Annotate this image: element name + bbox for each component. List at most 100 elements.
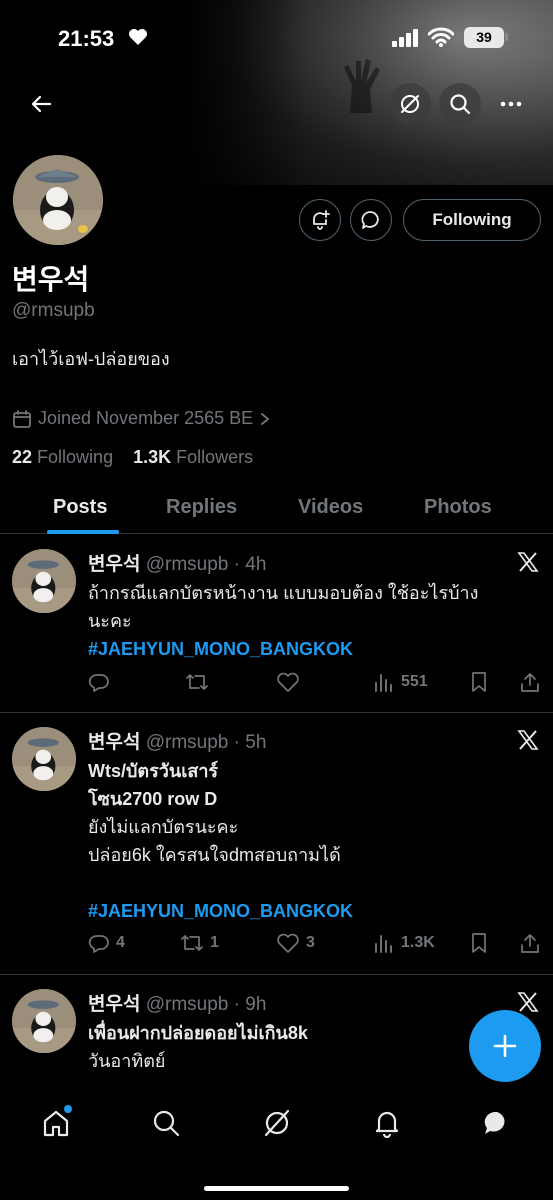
grok-icon[interactable]: [262, 1108, 292, 1138]
post-meta: @rmsupb · 5h: [145, 732, 267, 753]
joined-text: Joined November 2565 BE: [38, 408, 254, 428]
profile-bio: เอาไว้เอฟ-ปล่อยของ: [12, 349, 170, 369]
reply-button[interactable]: [88, 671, 116, 693]
post-header: 변우석 @rmsupb · 9h: [88, 989, 266, 1016]
post-header: 변우석 @rmsupb · 4h: [88, 549, 266, 576]
post-text: Wts/บัตรวันเสาร์ โซน2700 row D ยังไม่แลก…: [88, 757, 546, 925]
status-bar: 21:53 39: [0, 18, 553, 58]
home-indicator: [204, 1186, 349, 1191]
profile-display-name: 변우석: [12, 264, 90, 295]
post-author-name[interactable]: 변우석: [88, 994, 140, 1015]
bookmark-icon: [472, 933, 486, 953]
share-button[interactable]: [519, 932, 541, 954]
following-label: Following: [37, 447, 114, 467]
reply-count: 4: [116, 934, 125, 951]
wifi-icon: [428, 27, 454, 47]
post-card[interactable]: 변우석 @rmsupb · 4h ถ้ากรณีแลกบัตรหน้างาน แ…: [0, 535, 553, 713]
heart-outline-icon: [277, 672, 299, 692]
repost-button[interactable]: [185, 671, 215, 693]
more-button[interactable]: [490, 83, 532, 125]
tab-posts[interactable]: Posts: [53, 496, 107, 519]
following-stat[interactable]: 22 Following: [12, 447, 113, 467]
followers-label: Followers: [176, 447, 254, 467]
bookmark-button[interactable]: [469, 932, 489, 954]
post-text-line: ถ้ากรณีแลกบัตรหน้างาน แบบมอบต้อง ใช้อะไร…: [88, 583, 479, 603]
back-arrow-icon: [31, 95, 52, 113]
like-count: 3: [306, 934, 315, 951]
post-card[interactable]: 변우석 @rmsupb · 9h เพื่อนฝากปล่อยดอยไม่เกิ…: [0, 975, 553, 1088]
message-bubble-icon: [361, 211, 379, 229]
notifications-subscribe-button[interactable]: [299, 199, 341, 241]
post-text-line: ปล่อย6k ใครสนใจdmสอบถามได้: [88, 845, 341, 865]
battery-indicator: 39: [464, 27, 504, 48]
post-author-name[interactable]: 변우석: [88, 732, 140, 753]
repost-icon: [186, 674, 208, 690]
reply-icon: [88, 935, 109, 953]
compose-post-button[interactable]: [469, 1010, 541, 1082]
post-hashtag[interactable]: #JAEHYUN_MONO_BANGKOK: [88, 897, 546, 925]
tab-replies[interactable]: Replies: [166, 496, 237, 519]
post-text-line: Wts/บัตรวันเสาร์: [88, 761, 219, 781]
search-icon[interactable]: [151, 1108, 181, 1138]
x-logo-icon: [517, 552, 539, 572]
post-avatar[interactable]: [12, 727, 76, 791]
post-card[interactable]: 변우석 @rmsupb · 5h Wts/บัตรวันเสาร์ โซน270…: [0, 713, 553, 975]
plus-icon: [493, 1034, 517, 1058]
like-button[interactable]: 3: [276, 932, 315, 954]
profile-avatar[interactable]: [10, 152, 106, 248]
grok-icon: [401, 95, 419, 113]
bookmark-button[interactable]: [469, 671, 489, 693]
views-chart-icon: [375, 674, 392, 692]
post-text-line: โซน2700 row D: [88, 789, 218, 809]
reply-button[interactable]: 4: [88, 932, 125, 954]
avatar-image: [12, 549, 76, 613]
post-header: 변우석 @rmsupb · 5h: [88, 727, 266, 754]
share-icon: [521, 934, 539, 953]
repost-count: 1: [210, 934, 219, 951]
view-count: 551: [401, 673, 428, 690]
post-hashtag[interactable]: #JAEHYUN_MONO_BANGKOK: [88, 635, 546, 663]
repost-icon: [181, 935, 203, 951]
repost-button[interactable]: 1: [180, 932, 219, 954]
followers-stat[interactable]: 1.3K Followers: [133, 447, 253, 467]
grok-button[interactable]: [389, 83, 431, 125]
views-chart-icon: [375, 935, 392, 953]
x-logo-icon: [517, 992, 539, 1012]
messages-icon[interactable]: [482, 1108, 512, 1138]
x-logo-icon: [517, 730, 539, 750]
tab-videos[interactable]: Videos: [298, 496, 363, 519]
like-button[interactable]: [276, 671, 306, 693]
tab-photos[interactable]: Photos: [424, 496, 492, 519]
views-button[interactable]: 1.3K: [373, 932, 435, 954]
post-avatar[interactable]: [12, 989, 76, 1053]
post-text-line: นะคะ: [88, 611, 132, 631]
heart-outline-icon: [277, 933, 299, 953]
bottom-navigation: [0, 1088, 553, 1200]
post-avatar[interactable]: [12, 549, 76, 613]
share-button[interactable]: [519, 671, 541, 693]
view-count: 1.3K: [401, 934, 435, 951]
post-actions: 551: [88, 671, 548, 697]
back-button[interactable]: [20, 83, 62, 125]
post-author-name[interactable]: 변우석: [88, 554, 140, 575]
post-text-line: ยังไม่แลกบัตรนะคะ: [88, 817, 239, 837]
heart-icon: [129, 29, 147, 45]
joined-date[interactable]: Joined November 2565 BE: [12, 408, 271, 429]
post-meta: @rmsupb · 9h: [145, 994, 267, 1015]
share-icon: [521, 673, 539, 692]
avatar-image: [13, 155, 103, 245]
search-icon: [450, 94, 471, 115]
chevron-right-icon: [261, 412, 270, 425]
notifications-bell-icon[interactable]: [372, 1108, 402, 1138]
profile-tabs: Posts Replies Videos Photos: [0, 484, 553, 534]
following-button[interactable]: Following: [403, 199, 541, 241]
following-count: 22: [12, 447, 33, 467]
home-icon[interactable]: [41, 1108, 71, 1138]
message-button[interactable]: [350, 199, 392, 241]
search-button[interactable]: [439, 83, 481, 125]
battery-tip: [505, 33, 508, 41]
avatar-image: [12, 727, 76, 791]
bell-plus-icon: [313, 210, 330, 230]
views-button[interactable]: 551: [373, 671, 428, 693]
cellular-signal-icon: [392, 29, 418, 47]
